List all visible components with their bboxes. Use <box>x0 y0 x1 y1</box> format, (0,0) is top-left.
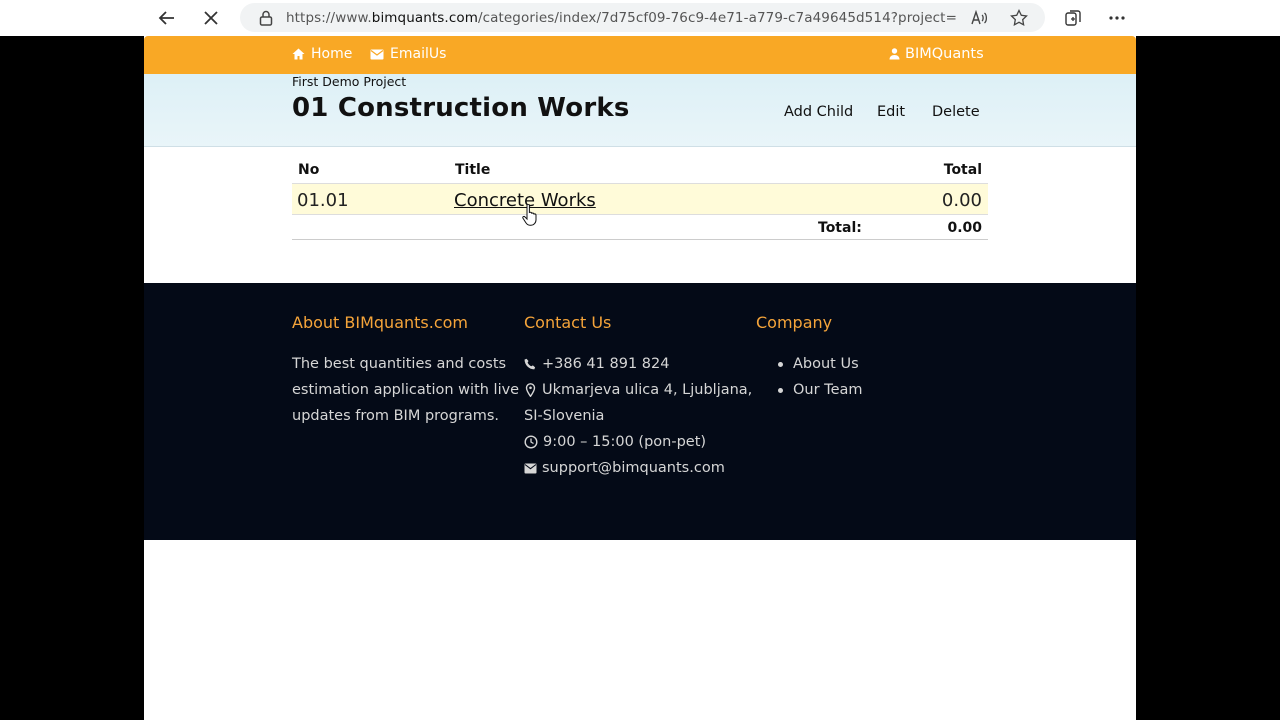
total-value: 0.00 <box>947 220 982 236</box>
footer-company-links: About Us Our Team <box>756 351 863 403</box>
row-no: 01.01 <box>297 190 349 211</box>
nav-home-label: Home <box>311 46 353 62</box>
location-pin-icon <box>525 383 536 397</box>
about-line: estimation application with live <box>292 382 520 398</box>
address-url[interactable]: https://www.bimquants.com/categories/ind… <box>286 10 956 26</box>
nav-home-link[interactable]: Home <box>292 46 352 62</box>
lock-icon <box>258 10 274 26</box>
contact-hours: 9:00 – 15:00 (pon-pet) <box>524 429 752 455</box>
footer-contact-heading: Contact Us <box>524 313 612 332</box>
footer-about-heading: About BIMquants.com <box>292 313 468 332</box>
table-row[interactable]: 01.01 Concrete Works 0.00 <box>292 183 988 215</box>
browser-toolbar-left <box>0 0 144 36</box>
table-total-row: Total: 0.00 <box>292 215 988 240</box>
nav-brand-label: BIMQuants <box>905 46 984 62</box>
hand-pointer-cursor-icon <box>522 203 538 231</box>
page-title: 01 Construction Works <box>292 93 630 123</box>
column-header-title: Title <box>455 162 491 178</box>
support-email-link[interactable]: support@bimquants.com <box>542 455 725 481</box>
phone-icon <box>524 358 536 369</box>
clock-icon <box>524 435 538 449</box>
project-name: First Demo Project <box>292 74 407 89</box>
url-domain: bimquants.com <box>371 9 478 26</box>
browser-toolbar-right <box>1136 0 1280 36</box>
collections-icon <box>1065 10 1081 26</box>
collections-button[interactable] <box>1059 4 1087 32</box>
about-us-link[interactable]: About Us <box>793 351 859 377</box>
nav-email-link[interactable]: EmailUs <box>370 46 446 62</box>
contact-email: support@bimquants.com <box>524 455 752 481</box>
read-aloud-icon[interactable] <box>970 9 988 27</box>
arrow-left-icon <box>158 11 174 25</box>
total-label: Total: <box>818 220 862 236</box>
hours-text: 9:00 – 15:00 (pon-pet) <box>543 434 707 450</box>
delete-button[interactable]: Delete <box>932 104 980 120</box>
url-path: /categories/index/7d75cf09-76c9-4e71-a77… <box>477 9 956 26</box>
our-team-link[interactable]: Our Team <box>793 377 863 403</box>
about-line: The best quantities and costs <box>292 356 507 372</box>
column-header-total: Total <box>943 162 982 178</box>
footer-about-text: The best quantities and costs estimation… <box>292 351 519 429</box>
web-page: Home EmailUs BIMQuants First Demo Projec… <box>144 36 1136 720</box>
add-child-button[interactable]: Add Child <box>784 104 853 120</box>
user-icon <box>889 48 900 60</box>
list-item: Our Team <box>756 377 863 403</box>
top-navbar: Home EmailUs BIMQuants <box>144 36 1136 74</box>
contact-phone: +386 41 891 824 <box>524 351 752 377</box>
column-header-no: No <box>298 162 320 178</box>
footer-company-heading: Company <box>756 313 833 332</box>
mail-icon <box>524 463 537 473</box>
url-prefix: https://www. <box>286 9 372 26</box>
favorite-star-icon[interactable] <box>1010 9 1028 27</box>
close-icon <box>204 11 218 25</box>
contact-address-2: SI-Slovenia <box>524 403 752 429</box>
footer-contact-info: +386 41 891 824 Ukmarjeva ulica 4, Ljubl… <box>524 351 752 481</box>
contact-address: Ukmarjeva ulica 4, Ljubljana, <box>524 377 752 403</box>
home-icon <box>292 48 305 60</box>
more-menu-button[interactable] <box>1103 4 1131 32</box>
row-total: 0.00 <box>941 190 982 211</box>
address-line-1: Ukmarjeva ulica 4, Ljubljana, <box>542 382 753 398</box>
address-bar[interactable]: https://www.bimquants.com/categories/ind… <box>240 3 1045 32</box>
about-line: updates from BIM programs. <box>292 408 500 424</box>
stop-loading-button[interactable] <box>197 4 225 32</box>
more-dots-icon <box>1109 16 1125 20</box>
edit-button[interactable]: Edit <box>877 104 905 120</box>
back-button[interactable] <box>153 4 181 32</box>
list-item: About Us <box>756 351 863 377</box>
nav-user-link[interactable]: BIMQuants <box>889 46 984 62</box>
address-line-2: SI-Slovenia <box>524 408 605 424</box>
phone-text: +386 41 891 824 <box>542 356 670 372</box>
mail-icon <box>370 49 384 59</box>
nav-email-label: EmailUs <box>390 46 447 62</box>
site-footer: About BIMquants.com The best quantities … <box>144 283 1136 540</box>
